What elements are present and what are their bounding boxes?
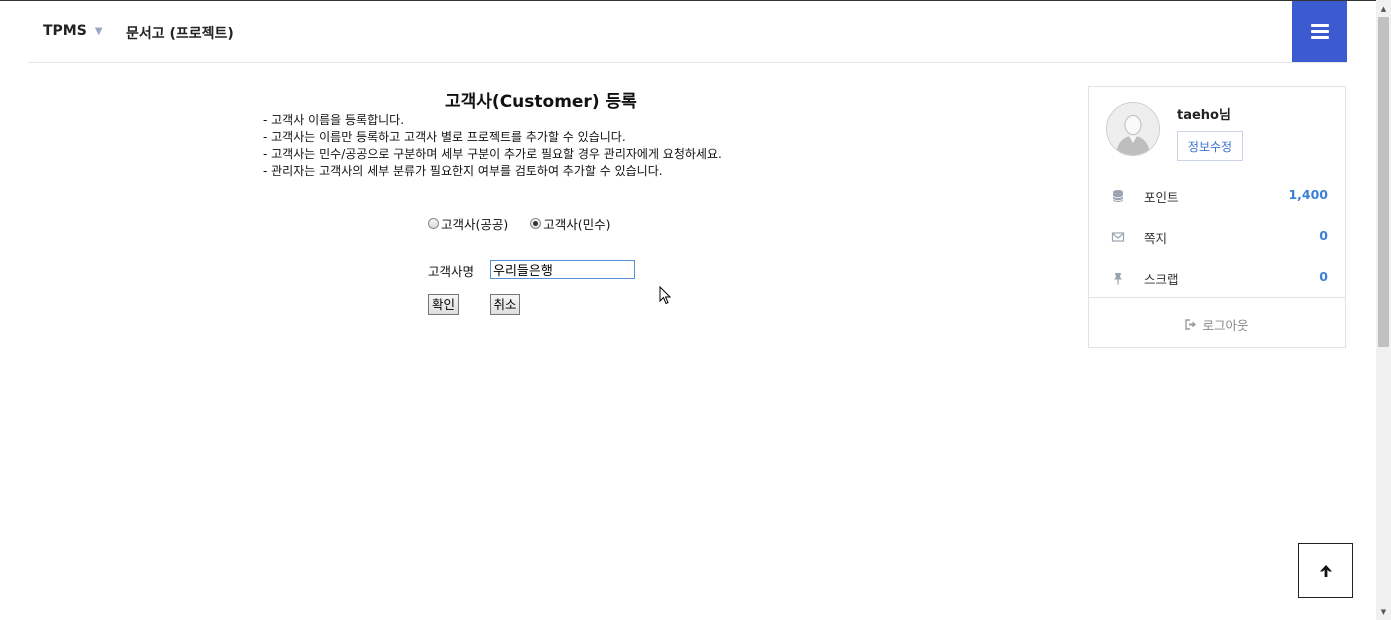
- profile-card: taeho님 정보수정 포인트 1,400 쪽지 0 스크랩 0 로그아웃: [1088, 86, 1346, 348]
- menu-icon-bar: [1310, 30, 1329, 33]
- description-line: - 고객사는 민수/공공으로 구분하며 세부 구분이 추가로 필요할 경우 관리…: [263, 147, 722, 161]
- customer-type-group: 고객사(공공) 고객사(민수): [428, 214, 633, 233]
- description-line: - 관리자는 고객사의 세부 분류가 필요한지 여부를 검토하여 추가할 수 있…: [263, 164, 663, 178]
- scrollbar-thumb[interactable]: [1378, 17, 1389, 347]
- customer-name-label: 고객사명: [428, 264, 475, 279]
- page-title: 고객사(Customer) 등록: [445, 92, 637, 112]
- points-label: 포인트: [1144, 190, 1179, 205]
- pin-icon: [1114, 273, 1122, 285]
- cancel-button[interactable]: 취소: [490, 294, 520, 315]
- messages-row[interactable]: 쪽지 0: [1089, 227, 1345, 247]
- avatar: [1106, 102, 1160, 156]
- description-line: - 고객사는 이름만 등록하고 고객사 별로 프로젝트를 추가할 수 있습니다.: [263, 130, 626, 144]
- scrap-row[interactable]: 스크랩 0: [1089, 268, 1345, 288]
- logout-label: 로그아웃: [1202, 318, 1249, 333]
- brand-menu[interactable]: TPMS ▼: [43, 23, 103, 39]
- menu-button[interactable]: [1292, 1, 1347, 62]
- nav-link-archive[interactable]: 문서고 (프로젝트): [126, 23, 234, 43]
- database-icon: [1112, 190, 1124, 202]
- messages-value: 0: [1319, 228, 1328, 243]
- radio-private-dot[interactable]: [530, 218, 542, 229]
- user-avatar-icon: [1107, 103, 1159, 155]
- edit-profile-button[interactable]: 정보수정: [1177, 131, 1243, 161]
- arrow-up-icon: [1319, 564, 1332, 577]
- radio-public-label: 고객사(공공): [441, 217, 509, 232]
- points-row[interactable]: 포인트 1,400: [1089, 186, 1345, 206]
- scrap-label: 스크랩: [1144, 272, 1179, 287]
- back-to-top-button[interactable]: [1298, 543, 1353, 598]
- scroll-up-icon[interactable]: ▲: [1376, 0, 1391, 17]
- menu-icon-bar: [1310, 36, 1329, 39]
- envelope-icon: [1111, 232, 1125, 242]
- radio-public-dot[interactable]: [428, 218, 439, 229]
- scrollbar[interactable]: ▲ ▼: [1376, 0, 1391, 620]
- chevron-down-icon: ▼: [94, 25, 103, 37]
- radio-public[interactable]: 고객사(공공): [428, 214, 508, 233]
- scroll-down-icon[interactable]: ▼: [1376, 603, 1391, 620]
- card-divider: [1089, 297, 1345, 298]
- logout-button[interactable]: 로그아웃: [1089, 315, 1345, 334]
- sign-out-icon: [1185, 319, 1197, 330]
- menu-icon-bar: [1310, 24, 1329, 27]
- customer-name-input[interactable]: [490, 260, 635, 279]
- description: - 고객사 이름을 등록합니다. - 고객사는 이름만 등록하고 고객사 별로 …: [263, 112, 722, 180]
- radio-private[interactable]: 고객사(민수): [530, 214, 611, 233]
- mouse-cursor-icon: [659, 286, 671, 305]
- username: taeho님: [1177, 108, 1231, 123]
- scrap-value: 0: [1319, 269, 1328, 284]
- brand-label: TPMS: [43, 23, 87, 39]
- confirm-button[interactable]: 확인: [428, 294, 459, 315]
- points-value: 1,400: [1288, 187, 1328, 202]
- messages-label: 쪽지: [1144, 231, 1168, 246]
- description-line: - 고객사 이름을 등록합니다.: [263, 113, 405, 127]
- radio-private-label: 고객사(민수): [543, 217, 611, 232]
